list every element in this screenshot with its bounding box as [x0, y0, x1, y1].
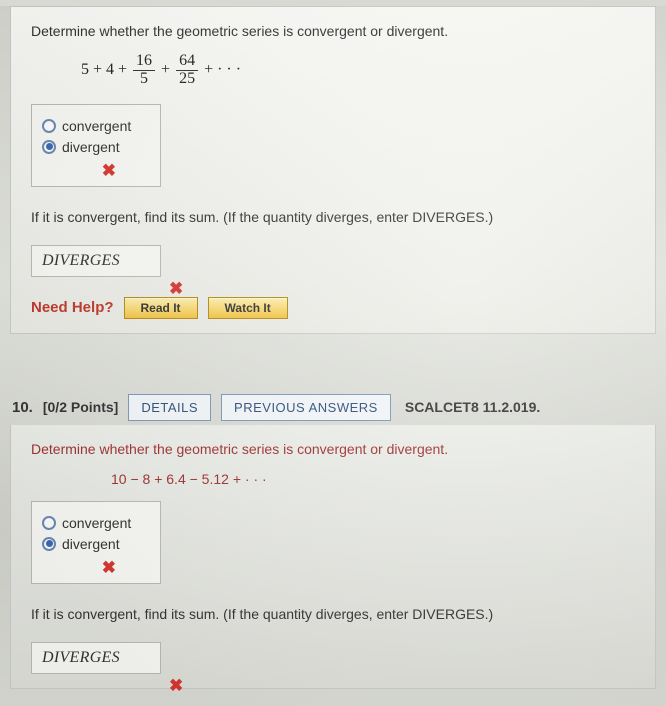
incorrect-icon: ✖: [102, 558, 116, 578]
series-tail: + · · ·: [204, 61, 241, 79]
option-divergent-2[interactable]: divergent: [42, 536, 142, 552]
option-divergent-1[interactable]: divergent: [42, 139, 142, 155]
radio-convergent-1[interactable]: [42, 119, 56, 133]
options-box-1: convergent divergent ✖: [31, 104, 161, 187]
help-row: Need Help? Read It Watch It: [31, 297, 637, 319]
question-2-prompt: Determine whether the geometric series i…: [31, 441, 637, 457]
frac2-num: 64: [176, 53, 198, 71]
question-number: 10.: [12, 399, 33, 416]
watch-it-button[interactable]: Watch It: [208, 297, 288, 319]
radio-divergent-2[interactable]: [42, 537, 56, 551]
series-expression-2: 10 − 8 + 6.4 − 5.12 + · · ·: [111, 471, 637, 487]
points-label: [0/2 Points]: [43, 399, 118, 415]
option-convergent-label-2: convergent: [62, 515, 131, 531]
question-1-prompt: Determine whether the geometric series i…: [31, 23, 637, 39]
previous-answers-button[interactable]: PREVIOUS ANSWERS: [221, 394, 391, 421]
option-divergent-label-2: divergent: [62, 536, 120, 552]
frac1-num: 16: [133, 53, 155, 71]
read-it-button[interactable]: Read It: [124, 297, 198, 319]
followup-prompt-1: If it is convergent, find its sum. (If t…: [31, 209, 637, 225]
question-2-panel: Determine whether the geometric series i…: [10, 425, 656, 689]
sum-input-2[interactable]: [31, 642, 161, 674]
plus-1: +: [161, 61, 170, 79]
answer-wrap-1: ✖: [31, 239, 161, 277]
details-button[interactable]: DETAILS: [128, 394, 211, 421]
series-expression-1: 5 + 4 + 16 5 + 64 25 + · · ·: [81, 53, 637, 88]
followup-prompt-2: If it is convergent, find its sum. (If t…: [31, 606, 637, 622]
question-header-row: 10. [0/2 Points] DETAILS PREVIOUS ANSWER…: [0, 394, 666, 421]
option-convergent-1[interactable]: convergent: [42, 118, 142, 134]
sum-input-1[interactable]: [31, 245, 161, 277]
radio-divergent-1[interactable]: [42, 140, 56, 154]
fraction-2: 64 25: [176, 53, 198, 88]
textbook-code: SCALCET8 11.2.019.: [405, 399, 540, 415]
series-leading: 5 + 4 +: [81, 61, 127, 79]
fraction-1: 16 5: [133, 53, 155, 88]
question-1-panel: Determine whether the geometric series i…: [10, 6, 656, 334]
frac1-den: 5: [137, 71, 151, 88]
answer-wrap-2: ✖: [31, 636, 161, 674]
option-convergent-label-1: convergent: [62, 118, 131, 134]
frac2-den: 25: [176, 71, 198, 88]
radio-convergent-2[interactable]: [42, 516, 56, 530]
incorrect-icon: ✖: [169, 676, 183, 696]
incorrect-icon: ✖: [169, 279, 183, 299]
options-box-2: convergent divergent ✖: [31, 501, 161, 584]
need-help-label: Need Help?: [31, 299, 114, 316]
incorrect-icon: ✖: [102, 161, 116, 181]
option-divergent-label-1: divergent: [62, 139, 120, 155]
option-convergent-2[interactable]: convergent: [42, 515, 142, 531]
